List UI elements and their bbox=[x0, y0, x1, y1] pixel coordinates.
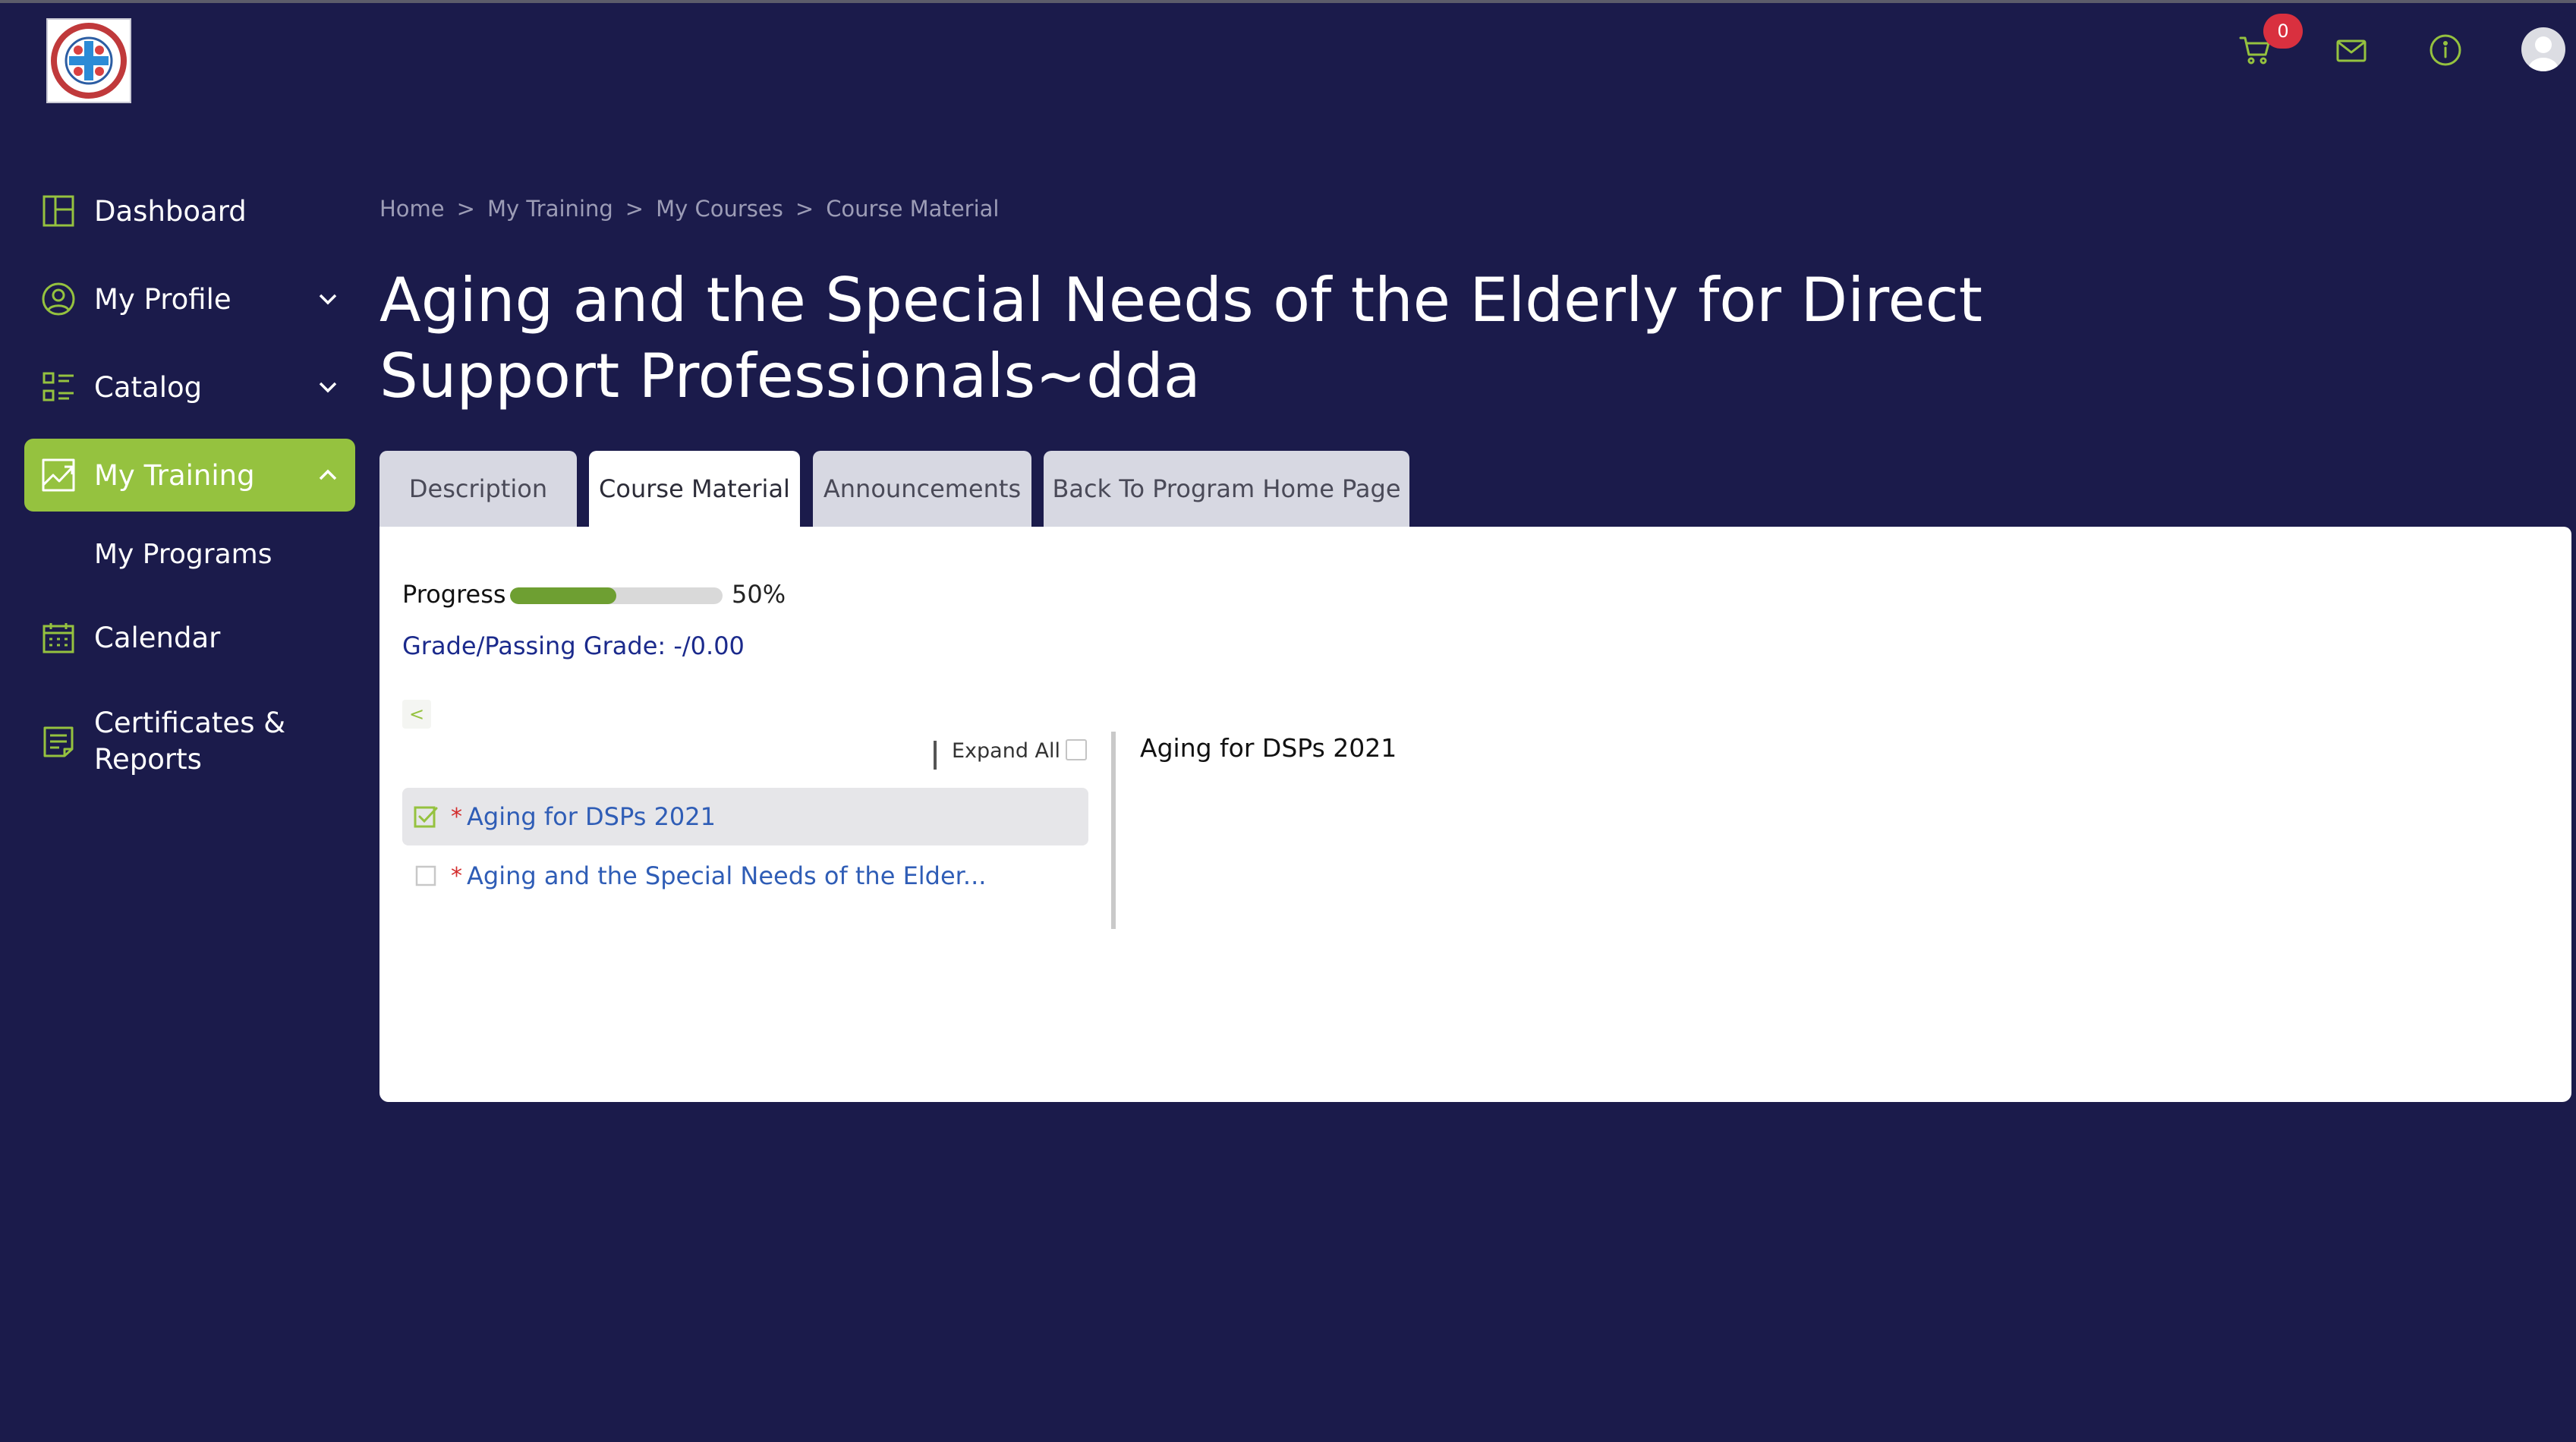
organization-logo[interactable] bbox=[46, 18, 131, 103]
checkbox[interactable] bbox=[413, 863, 439, 889]
tab-back-to-program-home-page[interactable]: Back To Program Home Page bbox=[1044, 451, 1409, 527]
chevron-up-icon bbox=[319, 469, 337, 480]
required-marker: * bbox=[451, 803, 462, 830]
tab-course-material[interactable]: Course Material bbox=[589, 451, 800, 527]
sidebar-item-my-profile[interactable]: My Profile bbox=[24, 263, 355, 335]
chevron-down-icon bbox=[319, 382, 337, 393]
collapse-sidebar-button[interactable]: < bbox=[402, 700, 431, 729]
sidebar-item-dashboard[interactable]: Dashboard bbox=[24, 175, 355, 247]
list-item-title[interactable]: Aging and the Special Needs of the Elder… bbox=[467, 861, 986, 890]
breadcrumb-my-courses[interactable]: My Courses bbox=[656, 196, 783, 222]
page-title: Aging and the Special Needs of the Elder… bbox=[379, 265, 1983, 411]
sidebar-item-label-line-1: Certificates & bbox=[94, 707, 286, 739]
list-item-title[interactable]: Aging for DSPs 2021 bbox=[467, 802, 716, 831]
cart-count-badge: 0 bbox=[2263, 14, 2303, 49]
breadcrumb-course-material: Course Material bbox=[826, 196, 1000, 222]
panel-divider[interactable] bbox=[1111, 732, 1116, 929]
sidebar-item-catalog[interactable]: Catalog bbox=[24, 351, 355, 423]
expand-all-checkbox[interactable] bbox=[1066, 739, 1087, 760]
sidebar-item-label: Calendar bbox=[94, 621, 221, 654]
breadcrumb-my-training[interactable]: My Training bbox=[487, 196, 613, 222]
progress-value: 50% bbox=[732, 580, 786, 609]
calendar-icon bbox=[39, 619, 77, 656]
sidebar-item-label: Certificates & Reports bbox=[94, 705, 285, 778]
sidebar-item-label-line-2: Reports bbox=[94, 743, 202, 776]
top-border bbox=[0, 0, 2576, 3]
breadcrumb: Home > My Training > My Courses > Course… bbox=[379, 196, 999, 222]
breadcrumb-separator: > bbox=[795, 196, 814, 222]
sidebar-item-calendar[interactable]: Calendar bbox=[24, 601, 355, 674]
training-icon bbox=[39, 456, 77, 494]
completed-check-icon bbox=[413, 804, 439, 830]
progress-bar bbox=[510, 587, 723, 604]
sidebar-item-label: Dashboard bbox=[94, 194, 247, 228]
info-icon[interactable] bbox=[2424, 29, 2467, 71]
detail-title: Aging for DSPs 2021 bbox=[1140, 733, 1397, 763]
tab-announcements[interactable]: Announcements bbox=[813, 451, 1031, 527]
certificate-icon bbox=[39, 723, 77, 760]
chevron-down-icon bbox=[319, 294, 337, 305]
expand-all-label[interactable]: Expand All bbox=[952, 739, 1060, 763]
list-item-aging-for-dsps-2021[interactable]: * Aging for DSPs 2021 bbox=[402, 788, 1088, 845]
sidebar-item-my-programs[interactable]: My Programs bbox=[94, 539, 272, 570]
breadcrumb-separator: > bbox=[625, 196, 644, 222]
sidebar-item-my-training[interactable]: My Training bbox=[24, 439, 355, 512]
profile-icon bbox=[39, 280, 77, 318]
course-material-panel: Progress 50% Grade/Passing Grade: -/0.00… bbox=[379, 527, 2571, 1102]
tab-description[interactable]: Description bbox=[379, 451, 577, 527]
progress-bar-fill bbox=[510, 587, 616, 604]
sidebar-item-label: Catalog bbox=[94, 370, 203, 404]
grade-text: Grade/Passing Grade: -/0.00 bbox=[402, 631, 745, 660]
required-marker: * bbox=[451, 862, 462, 889]
catalog-icon bbox=[39, 368, 77, 406]
list-item-aging-and-special-needs[interactable]: * Aging and the Special Needs of the Eld… bbox=[402, 847, 1088, 905]
mail-icon[interactable] bbox=[2330, 29, 2373, 71]
divider bbox=[934, 741, 937, 770]
sidebar-item-label: My Profile bbox=[94, 282, 231, 316]
sidebar-item-label: My Training bbox=[94, 458, 255, 492]
breadcrumb-separator: > bbox=[456, 196, 475, 222]
progress-label: Progress bbox=[402, 580, 506, 609]
avatar[interactable] bbox=[2521, 27, 2565, 71]
breadcrumb-home[interactable]: Home bbox=[379, 196, 445, 222]
dashboard-icon bbox=[39, 192, 77, 230]
sidebar-item-certificates-reports[interactable]: Certificates & Reports bbox=[24, 691, 355, 792]
